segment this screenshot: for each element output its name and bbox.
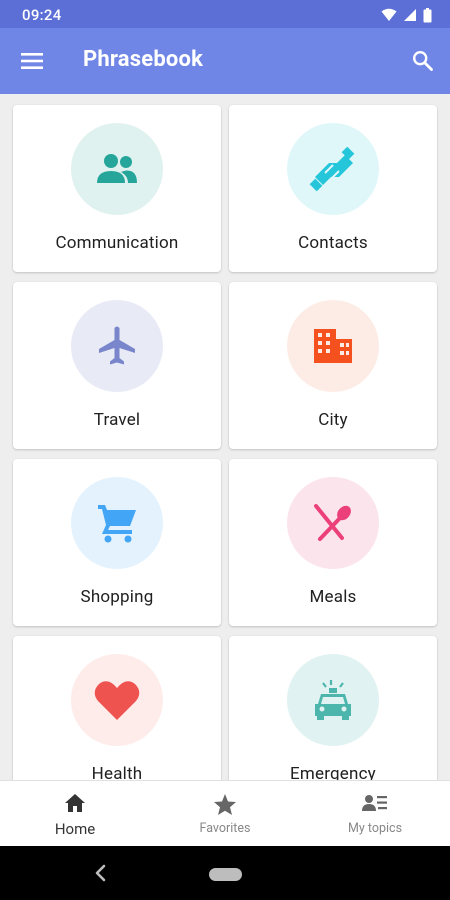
nav-my-topics-label: My topics [347, 821, 403, 836]
category-card-shopping[interactable]: Shopping [13, 459, 221, 626]
back-icon[interactable] [91, 862, 111, 884]
signal-icon [404, 9, 416, 21]
category-label: Health [91, 764, 143, 780]
bottom-navigation: Home Favorites My topics [0, 780, 450, 847]
people-icon [97, 154, 137, 183]
category-label: City [318, 410, 348, 430]
app-title: Phrasebook [83, 47, 204, 72]
home-icon [65, 794, 85, 812]
status-time: 09:24 [22, 6, 62, 24]
category-card-communication[interactable]: Communication [13, 105, 221, 272]
nav-home-label: Home [54, 820, 96, 838]
category-card-meals[interactable]: Meals [229, 459, 437, 626]
category-label: Communication [55, 233, 179, 253]
system-navigation-bar [0, 846, 450, 900]
airplane-icon [99, 326, 135, 365]
handshake-icon [309, 147, 355, 191]
category-card-health[interactable]: Health [13, 636, 221, 780]
shopping-cart-icon [98, 505, 136, 543]
category-card-emergency[interactable]: Emergency [229, 636, 437, 780]
category-label: Meals [309, 587, 357, 607]
icon-circle [287, 477, 379, 569]
home-pill[interactable] [209, 868, 242, 881]
city-icon [314, 329, 352, 363]
nav-my-topics[interactable]: My topics [300, 781, 450, 847]
icon-circle [71, 477, 163, 569]
heart-icon [94, 681, 140, 720]
menu-button[interactable] [14, 45, 50, 77]
category-card-contacts[interactable]: Contacts [229, 105, 437, 272]
icon-circle [287, 300, 379, 392]
nav-favorites[interactable]: Favorites [150, 781, 300, 847]
icon-circle [71, 123, 163, 215]
my-topics-icon [362, 795, 387, 811]
utensils-icon [314, 504, 351, 541]
icon-circle [287, 123, 379, 215]
search-icon [412, 50, 433, 71]
wifi-icon [381, 8, 397, 21]
status-icons [381, 6, 432, 24]
category-label: Travel [93, 410, 141, 430]
nav-home[interactable]: Home [0, 781, 150, 847]
search-button[interactable] [406, 44, 438, 76]
icon-circle [287, 654, 379, 746]
category-label: Shopping [80, 587, 154, 607]
menu-icon [21, 53, 43, 69]
ambulance-icon [315, 680, 351, 720]
icon-circle [71, 300, 163, 392]
star-icon [214, 794, 236, 815]
category-grid: Communication Contacts Travel City Shopp… [0, 94, 450, 780]
app-bar: Phrasebook [0, 28, 450, 94]
battery-icon [423, 7, 432, 22]
category-card-city[interactable]: City [229, 282, 437, 449]
nav-favorites-label: Favorites [199, 821, 251, 836]
status-bar: 09:24 [0, 0, 450, 28]
category-label: Emergency [290, 764, 376, 780]
icon-circle [71, 654, 163, 746]
category-label: Contacts [298, 233, 368, 253]
category-card-travel[interactable]: Travel [13, 282, 221, 449]
